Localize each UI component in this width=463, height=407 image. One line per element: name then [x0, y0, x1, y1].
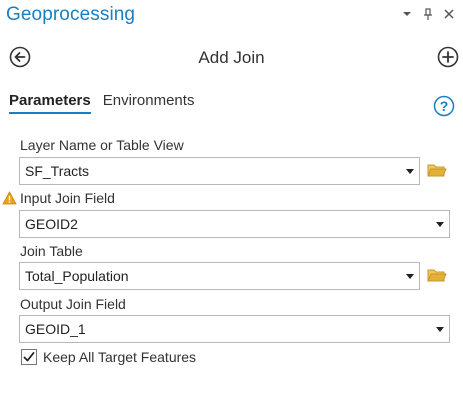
add-circle-icon — [437, 46, 459, 68]
chevron-down-icon[interactable] — [436, 222, 444, 227]
tool-title: Add Join — [198, 48, 265, 67]
tool-bar: Add Join — [0, 42, 463, 74]
help-button[interactable]: ? — [433, 95, 455, 117]
input-join-field-label: Input Join Field — [20, 190, 115, 206]
tab-strip: Parameters Environments — [9, 92, 194, 114]
chevron-down-icon[interactable] — [436, 327, 444, 332]
join-table-value: Total_Population — [25, 268, 129, 284]
pin-icon[interactable] — [422, 7, 434, 21]
layer-field-label: Layer Name or Table View — [20, 137, 184, 153]
svg-text:?: ? — [440, 98, 449, 114]
chevron-down-icon[interactable] — [406, 274, 414, 279]
output-join-field-label: Output Join Field — [20, 296, 126, 312]
menu-dropdown-icon[interactable] — [401, 7, 413, 21]
join-table-combobox[interactable]: Total_Population — [19, 262, 420, 290]
keep-all-label[interactable]: Keep All Target Features — [43, 349, 196, 365]
pane-header-controls — [401, 7, 455, 21]
pane-header: Geoprocessing — [0, 0, 463, 30]
folder-icon — [427, 164, 447, 177]
layer-combobox-value: SF_Tracts — [25, 163, 90, 179]
checkmark-icon — [23, 352, 35, 362]
pane-title: Geoprocessing — [6, 4, 136, 25]
output-join-field-combobox[interactable]: GEOID_1 — [19, 315, 450, 343]
warning-icon — [2, 191, 17, 205]
input-join-field-combobox[interactable]: GEOID2 — [19, 210, 450, 238]
output-join-field-value: GEOID_1 — [25, 321, 86, 337]
chevron-down-icon[interactable] — [406, 169, 414, 174]
browse-join-table-button[interactable] — [427, 267, 447, 283]
folder-icon — [427, 269, 447, 282]
keep-all-checkbox[interactable] — [21, 349, 37, 365]
browse-layer-button[interactable] — [427, 162, 447, 178]
help-question-icon: ? — [433, 95, 455, 117]
add-button[interactable] — [437, 46, 459, 68]
layer-combobox[interactable]: SF_Tracts — [19, 157, 420, 185]
input-join-field-value: GEOID2 — [25, 216, 78, 232]
tab-parameters[interactable]: Parameters — [9, 92, 91, 114]
close-icon[interactable] — [443, 7, 455, 21]
join-table-label: Join Table — [20, 243, 83, 259]
tab-environments[interactable]: Environments — [103, 92, 195, 114]
